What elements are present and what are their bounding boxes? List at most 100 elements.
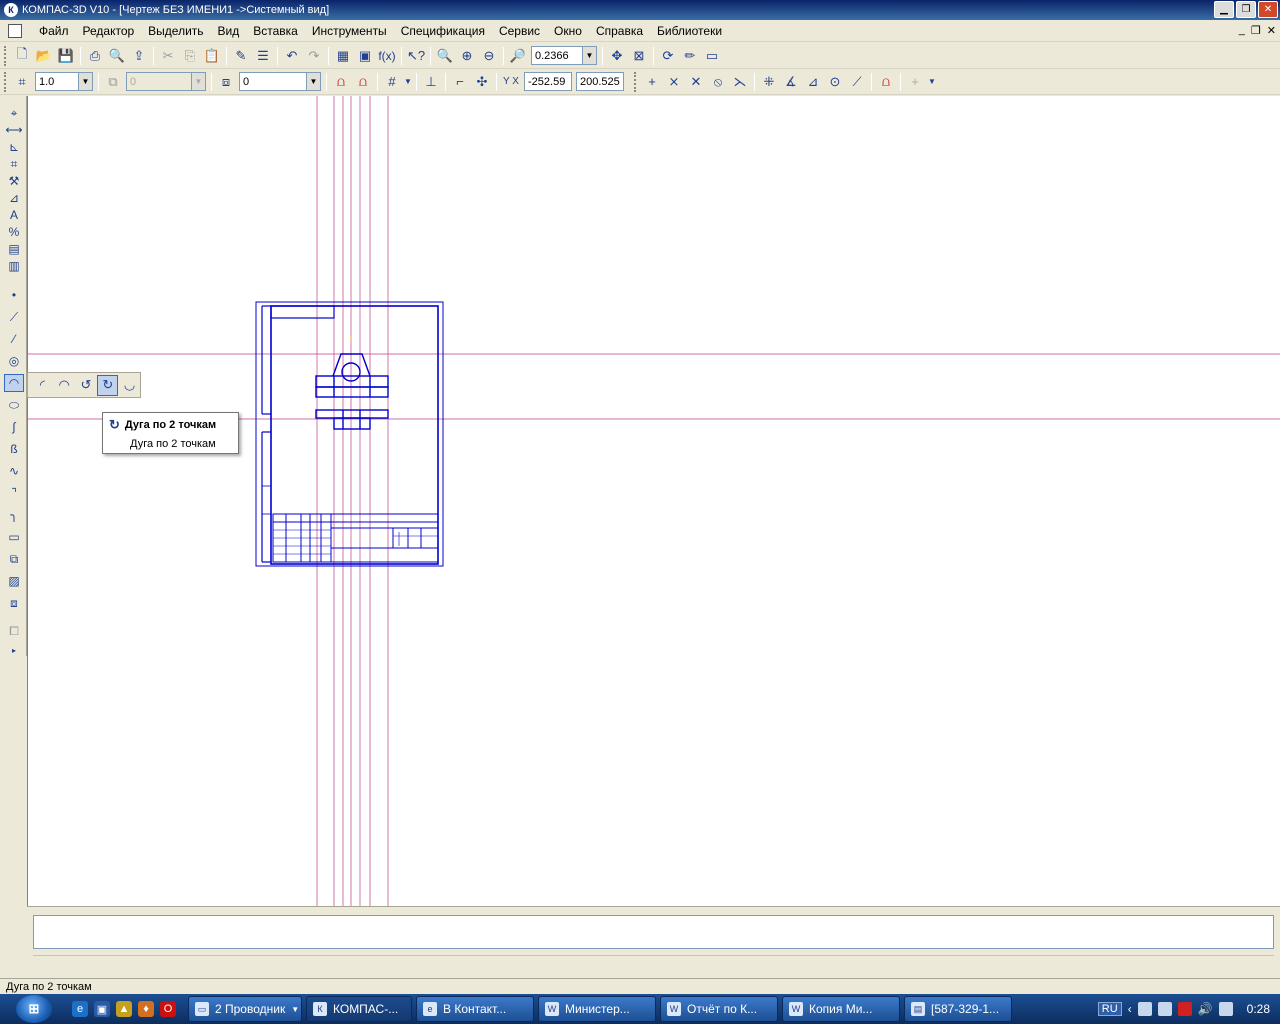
panel-expand-icon[interactable]: ▸ xyxy=(4,641,24,659)
ortho-mode-icon[interactable]: ⌐ xyxy=(449,71,471,93)
measure-panel-icon[interactable]: ⊿ xyxy=(4,189,24,207)
auxiliary-line-icon[interactable]: ⟋ xyxy=(4,308,24,326)
close-button[interactable]: ✕ xyxy=(1258,1,1278,18)
task-word-2[interactable]: W Отчёт по К... xyxy=(660,996,778,1022)
snap-grid-icon[interactable]: ⁜ xyxy=(758,71,780,93)
snap-tangent-icon[interactable]: ⦸ xyxy=(707,71,729,93)
circle-icon[interactable]: ◎ xyxy=(4,352,24,370)
ie-icon[interactable]: e xyxy=(72,1001,88,1017)
menu-help[interactable]: Справка xyxy=(589,24,650,38)
paste-icon[interactable]: 📋 xyxy=(201,45,223,67)
task-word-3[interactable]: W Копия Ми... xyxy=(782,996,900,1022)
list-icon[interactable]: ☰ xyxy=(252,45,274,67)
menu-insert[interactable]: Вставка xyxy=(246,24,305,38)
chamfer-icon[interactable]: ⌝ xyxy=(4,484,24,502)
properties-input-area[interactable] xyxy=(33,915,1274,949)
ellipse-icon[interactable]: ⬭ xyxy=(4,396,24,414)
layer-combo[interactable]: 0 ▼ xyxy=(239,72,321,91)
app-icon[interactable]: ♦ xyxy=(138,1001,154,1017)
polyline-icon[interactable]: ∿ xyxy=(4,462,24,480)
toolbar-grip[interactable] xyxy=(4,45,8,66)
chevron-down-icon[interactable]: ▼ xyxy=(306,73,320,90)
language-indicator[interactable]: RU xyxy=(1097,1002,1122,1016)
arc-2-points-on-curve-icon[interactable]: ◡ xyxy=(119,375,140,396)
tray-expand-icon[interactable]: ‹ xyxy=(1128,1002,1132,1016)
mdi-close-button[interactable]: ✕ xyxy=(1267,24,1276,37)
library-manager-icon[interactable]: ▣ xyxy=(354,45,376,67)
document-icon[interactable] xyxy=(8,23,22,38)
task-kompas[interactable]: К КОМПАС-... xyxy=(306,996,412,1022)
local-cs-icon[interactable]: ⌗ xyxy=(11,71,33,93)
menu-window[interactable]: Окно xyxy=(547,24,589,38)
bezier-icon[interactable]: ß xyxy=(4,440,24,458)
minimize-button[interactable]: ▁ xyxy=(1214,1,1234,18)
cursor-snap-icon[interactable]: ✣ xyxy=(471,71,493,93)
arc-2-points-icon[interactable]: ↻ xyxy=(97,374,119,396)
zoom-scale-icon[interactable]: 🔎 xyxy=(507,45,529,67)
chevron-down-icon[interactable]: ▼ xyxy=(582,47,596,64)
local-snap-icon[interactable]: ⩍ xyxy=(352,71,374,93)
segment-icon[interactable]: ⁄ xyxy=(4,330,24,348)
menu-view[interactable]: Вид xyxy=(211,24,247,38)
coord-x-field[interactable]: -252.59 xyxy=(524,72,572,91)
snap-angle2-icon[interactable]: ⊿ xyxy=(802,71,824,93)
scale-combo[interactable]: 1.0 ▼ xyxy=(35,72,93,91)
copy-icon[interactable]: ⎘ xyxy=(179,45,201,67)
task-vkontakte[interactable]: e В Контакт... xyxy=(416,996,534,1022)
opera-icon[interactable]: O xyxy=(160,1001,176,1017)
spline-icon[interactable]: ∫ xyxy=(4,418,24,436)
manager-icon[interactable]: ▦ xyxy=(332,45,354,67)
pencil-icon[interactable]: ✏ xyxy=(679,45,701,67)
arc-center-icon[interactable]: ◜ xyxy=(32,375,53,396)
spec-panel-icon[interactable]: ▤ xyxy=(4,240,24,258)
refresh-icon[interactable]: ⟳ xyxy=(657,45,679,67)
restore-button[interactable]: ❐ xyxy=(1236,1,1256,18)
snap-settings-icon[interactable]: ⩍ xyxy=(875,71,897,93)
chevron-down-icon[interactable]: ▼ xyxy=(926,71,938,93)
editing-panel-icon[interactable]: ⌗ xyxy=(4,155,24,173)
print-icon[interactable]: ⎙ xyxy=(84,45,106,67)
network-icon[interactable] xyxy=(1137,1002,1152,1016)
undo-icon[interactable]: ↶ xyxy=(281,45,303,67)
task-word-1[interactable]: W Министер... xyxy=(538,996,656,1022)
menu-tools[interactable]: Инструменты xyxy=(305,24,394,38)
new-document-icon[interactable]: 🗋 xyxy=(11,45,33,67)
fillet-icon[interactable]: ╮ xyxy=(4,506,24,524)
rectangle-icon[interactable]: ▭ xyxy=(4,528,24,546)
pan-icon[interactable]: ✥ xyxy=(606,45,628,67)
parametrization-panel-icon[interactable]: ⚒ xyxy=(4,172,24,190)
select-panel-icon[interactable]: Α xyxy=(4,206,24,224)
snap-point-on-curve-icon[interactable]: ⟋ xyxy=(846,71,868,93)
menu-editor[interactable]: Редактор xyxy=(76,24,142,38)
zoom-combo[interactable]: 0.2366 ▼ xyxy=(531,46,597,65)
toolbar-grip[interactable] xyxy=(634,71,638,92)
collection-icon[interactable]: ⧠ xyxy=(4,622,24,640)
mdi-restore-button[interactable]: ❐ xyxy=(1251,24,1261,37)
help-pointer-icon[interactable]: ↖? xyxy=(405,45,427,67)
snap-normal-icon[interactable]: ⋋ xyxy=(729,71,751,93)
hatch-icon[interactable]: ▨ xyxy=(4,572,24,590)
snap-nearest-point-icon[interactable]: + xyxy=(641,71,663,93)
screen-icon[interactable]: ▭ xyxy=(701,45,723,67)
export-icon[interactable]: ⇪ xyxy=(128,45,150,67)
save-icon[interactable]: 💾 xyxy=(55,45,77,67)
task-app[interactable]: ▤ [587-329-1... xyxy=(904,996,1012,1022)
equidistant-icon[interactable]: ⧉ xyxy=(4,550,24,568)
chevron-down-icon[interactable]: ▼ xyxy=(403,71,413,93)
start-button[interactable]: ⊞ xyxy=(16,995,52,1023)
menu-specification[interactable]: Спецификация xyxy=(394,24,492,38)
grid-icon[interactable]: # xyxy=(381,71,403,93)
menu-libraries[interactable]: Библиотеки xyxy=(650,24,729,38)
open-icon[interactable]: 📂 xyxy=(33,45,55,67)
cut-icon[interactable]: ✂ xyxy=(157,45,179,67)
coord-y-field[interactable]: 200.525 xyxy=(576,72,624,91)
snap-middle-icon[interactable]: ✕ xyxy=(685,71,707,93)
window-titlebar[interactable]: К КОМПАС-3D V10 - [Чертеж БЕЗ ИМЕНИ1 ->С… xyxy=(0,0,1280,20)
style-icon[interactable]: ⧉ xyxy=(102,71,124,93)
arc-icon[interactable]: ◠ xyxy=(4,374,24,392)
snap-magnet-icon[interactable]: ⩍ xyxy=(330,71,352,93)
antivirus-icon[interactable] xyxy=(1177,1002,1192,1016)
fit-all-icon[interactable]: ⊠ xyxy=(628,45,650,67)
snap-angle-icon[interactable]: ∡ xyxy=(780,71,802,93)
coordinate-origin-icon[interactable]: ⊥ xyxy=(420,71,442,93)
